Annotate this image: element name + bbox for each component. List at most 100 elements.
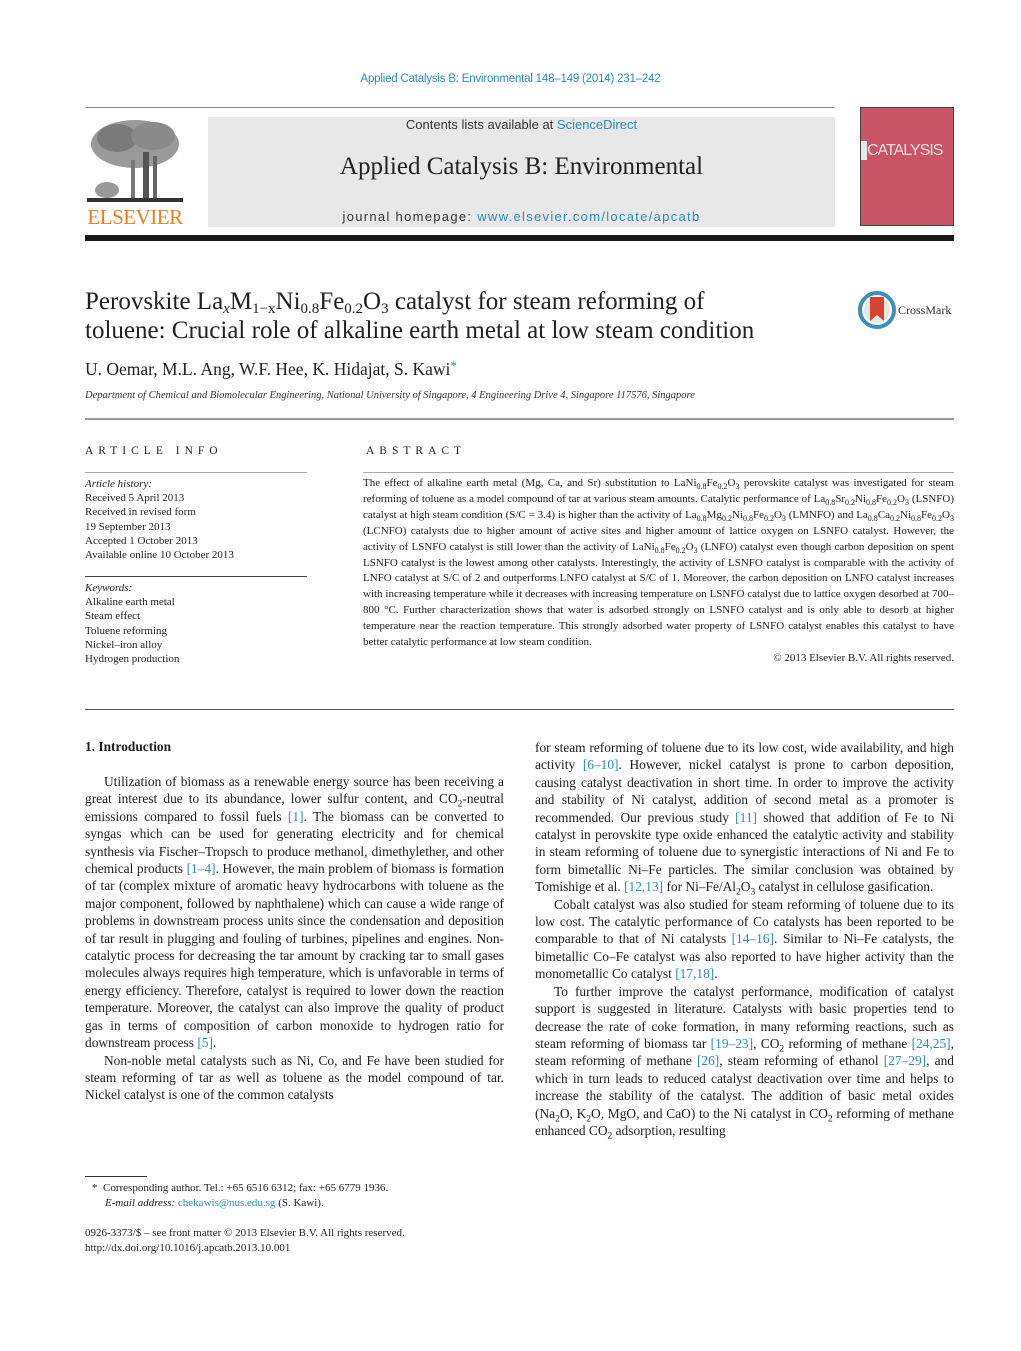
keyword-item: Steam effect [85, 610, 141, 623]
text-run: Fe [921, 508, 933, 521]
keyword-item: Nickel–iron alloy [85, 638, 163, 651]
subscript: 0.2 [932, 514, 943, 523]
keyword-item: Toluene reforming [85, 624, 168, 637]
abstract-text: The effect of alkaline earth metal (Mg, … [363, 476, 954, 667]
title-text: catalyst for steam reforming of [388, 288, 705, 315]
paragraph: Utilization of biomass as a renewable en… [85, 773, 504, 1052]
abstract-heading: ABSTRACT [366, 445, 467, 457]
keywords: Keywords: Alkaline earth metal Steam eff… [85, 581, 307, 666]
reference-link[interactable]: [1] [288, 809, 304, 824]
text-run: Non-noble metal catalysts such as Ni, Co… [85, 1052, 504, 1103]
crossmark-label: CrossMark [898, 303, 952, 317]
reference-link[interactable]: [26] [697, 1053, 719, 1068]
history-label: Article history: [85, 478, 152, 490]
article-title: Perovskite LaxM1−xNi0.8Fe0.2O3 catalyst … [85, 287, 825, 345]
reference-link[interactable]: [17,18] [675, 966, 714, 981]
elsevier-wordmark: ELSEVIER [87, 205, 183, 229]
article-info-heading: ARTICLE INFO [85, 445, 223, 457]
text-run: Ni [731, 508, 743, 521]
text-run: O [942, 508, 950, 521]
crossmark-button[interactable]: CrossMark [858, 291, 958, 329]
keyword-item: Alkaline earth metal [85, 596, 175, 609]
keywords-label: Keywords: [85, 582, 133, 594]
subscript: 0.8 [866, 498, 876, 508]
text-run: The effect of alkaline earth metal (Mg, … [363, 477, 697, 489]
title-sub: 1−x [252, 301, 276, 317]
text-run: Fe [664, 540, 676, 553]
reference-link[interactable]: [11] [735, 810, 757, 825]
front-matter: 0926-3373/$ – see front matter © 2013 El… [85, 1227, 405, 1239]
reference-link[interactable]: [24,25] [912, 1036, 951, 1051]
keyword-item: Hydrogen production [85, 653, 180, 666]
affiliation: Department of Chemical and Biomolecular … [85, 390, 695, 401]
text-run: O [740, 879, 751, 895]
journal-title: Applied Catalysis B: Environmental [339, 153, 704, 180]
text-run: reforming of methane [784, 1035, 912, 1051]
subscript: 0.8 [654, 545, 665, 555]
homepage-link[interactable]: www.elsevier.com/locate/apcatb [477, 209, 700, 224]
journal-cover-thumbnail[interactable]: CATALYSIS [860, 107, 954, 226]
sciencedirect-link[interactable]: ScienceDirect [557, 117, 637, 132]
author-list: U. Oemar, M.L. Ang, W.F. Hee, K. Hidajat… [85, 358, 457, 380]
reference-link[interactable]: [12,13] [624, 879, 663, 894]
title-sub: 0.2 [344, 301, 364, 317]
header-divider [85, 107, 835, 108]
subscript: 0.2 [721, 514, 732, 523]
text-run: Fe [706, 477, 718, 489]
text-run: Ni [855, 492, 866, 505]
text-run: O [685, 540, 694, 553]
corresponding-author-mark[interactable]: * [450, 358, 457, 373]
subscript: 0.8 [911, 514, 922, 523]
text-run: O, K [559, 1105, 587, 1121]
text-run: Fe [752, 508, 764, 521]
title-sub: 0.8 [300, 301, 320, 317]
text-run: (LNFO) catalyst even though carbon depos… [363, 540, 955, 649]
reference-link[interactable]: [5] [197, 1035, 213, 1050]
elsevier-logo[interactable]: ELSEVIER [85, 116, 185, 228]
text-run: (LMNFO) and La [785, 508, 868, 521]
title-text: M [229, 288, 253, 315]
homepage-prefix: journal homepage: [342, 209, 478, 224]
journal-citation[interactable]: Applied Catalysis B: Environmental 148–1… [0, 73, 1021, 85]
text-run: . However, the main problem of biomass i… [85, 861, 504, 1051]
history-item: Available online 10 October 2013 [85, 549, 234, 562]
reference-link[interactable]: [14–16] [732, 931, 774, 946]
corresponding-author-footnote: * Corresponding author. Tel.: +65 6516 6… [92, 1181, 388, 1196]
footnote-star: * [92, 1182, 98, 1194]
subscript: 0.8 [696, 514, 707, 523]
reference-link[interactable]: [6–10] [583, 757, 619, 772]
contents-prefix: Contents lists available at [405, 117, 557, 132]
keywords-rule [85, 576, 307, 577]
article-info-rule [85, 472, 307, 473]
text-run: Ca [877, 508, 891, 521]
title-text: Fe [319, 288, 345, 315]
reference-link[interactable]: [1–4] [187, 861, 216, 876]
section-heading-introduction: 1. Introduction [85, 739, 172, 754]
reference-link[interactable]: [19–23] [711, 1036, 753, 1051]
doi-link[interactable]: http://dx.doi.org/10.1016/j.apcatb.2013.… [85, 1241, 290, 1256]
body-column-right: for steam reforming of toluene due to it… [535, 739, 954, 1142]
text-run: , steam reforming of ethanol [719, 1053, 884, 1069]
header-thick-rule [85, 235, 954, 241]
email-link[interactable]: chekawis@nus.edu.sg [178, 1197, 276, 1209]
authors-text: U. Oemar, M.L. Ang, W.F. Hee, K. Hidajat… [85, 359, 451, 379]
body-column-left: Utilization of biomass as a renewable en… [85, 773, 504, 1104]
email-label: E-mail address: [105, 1197, 178, 1209]
title-sub: x [223, 301, 230, 317]
subscript: 0.2 [763, 514, 774, 523]
reference-link[interactable]: [27–29] [884, 1053, 926, 1068]
subscript: 0.2 [887, 498, 897, 508]
email-footnote: E-mail address: chekawis@nus.edu.sg (S. … [105, 1196, 324, 1211]
title-sub: 3 [381, 301, 389, 317]
text-run: Fe [876, 492, 887, 505]
text-run: Ni [900, 508, 912, 521]
email-suffix: (S. Kawi). [275, 1197, 324, 1209]
tree-icon [87, 120, 183, 202]
text-run: O [897, 492, 905, 505]
paragraph: Cobalt catalyst was also studied for ste… [535, 896, 954, 983]
subscript: 0.2 [717, 482, 728, 492]
title-text: Ni [275, 288, 301, 315]
paragraph: To further improve the catalyst performa… [535, 983, 954, 1142]
text-run: Utilization of biomass as a renewable en… [85, 774, 504, 807]
title-divider [85, 418, 954, 420]
